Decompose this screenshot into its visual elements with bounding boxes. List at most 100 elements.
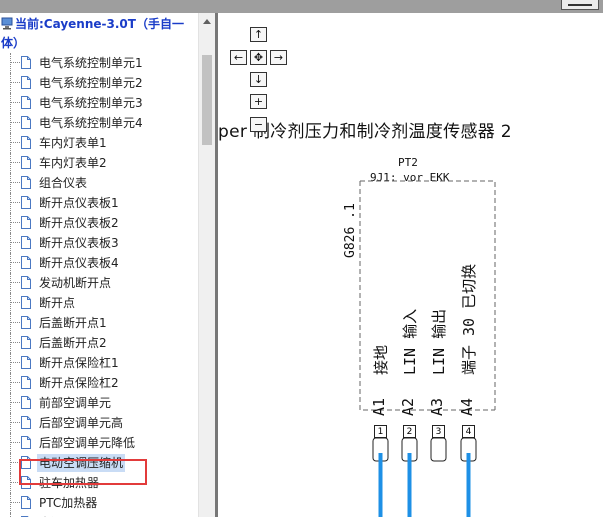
tree-item-label: 电气系统控制单元1 [39, 56, 143, 70]
tree-connector-line [10, 422, 20, 423]
document-icon [21, 136, 31, 149]
tree-item[interactable]: PTC加热器 [0, 493, 198, 513]
tree-item[interactable]: 后盖断开点1 [0, 313, 198, 333]
tree-connector-line [10, 433, 11, 453]
tree-item[interactable]: 断开点仪表板2 [0, 213, 198, 233]
tree-connector-line [10, 342, 20, 343]
tree-connector-line [10, 353, 11, 373]
tree-connector-line [10, 282, 20, 283]
tree-connector-line [10, 493, 11, 513]
tree-connector-line [10, 233, 11, 253]
tree-item-label: 前部空调单元 [39, 396, 112, 410]
document-icon [21, 196, 31, 209]
tree-connector-line [10, 302, 20, 303]
tree-item-label: 后部空调单元降低 [39, 436, 136, 450]
zoom-out-button[interactable]: − [250, 117, 267, 132]
tree-connector-line [10, 262, 20, 263]
tree-connector-line [10, 362, 20, 363]
tree-connector-line [10, 373, 11, 393]
document-icon [21, 416, 31, 429]
tree-item-label: 组合仪表 [39, 176, 88, 190]
tree-item[interactable]: 断开点仪表板3 [0, 233, 198, 253]
document-icon [21, 296, 31, 309]
tree-item-label: 后部空调单元高 [39, 416, 124, 430]
tree-item-label: 断开点仪表板1 [39, 196, 119, 210]
tree-item[interactable]: 断开点保险杠1 [0, 353, 198, 373]
document-icon [21, 276, 31, 289]
tree-item-label: 车内灯表单2 [39, 156, 107, 170]
tree-item[interactable]: 后部空调单元高 [0, 413, 198, 433]
tree-connector-line [10, 102, 20, 103]
document-icon [21, 376, 31, 389]
tree-connector-line [10, 453, 11, 473]
tree-item-label: 断开点 [39, 296, 76, 310]
pin-terminal [430, 437, 447, 462]
tree-item[interactable]: 断开点 [0, 293, 198, 313]
tree-connector-line [10, 133, 11, 153]
document-icon [21, 156, 31, 169]
tree-item-label: 断开点仪表板4 [39, 256, 119, 270]
tree-item[interactable]: 发动机断开点 [0, 273, 198, 293]
tree-connector-line [10, 333, 11, 353]
tree-item[interactable]: 后盖断开点2 [0, 333, 198, 353]
selection-highlight-box [19, 459, 147, 485]
tree-item[interactable]: 车内灯表单1 [0, 133, 198, 153]
tree-item-label: 车内灯表单1 [39, 136, 107, 150]
tree-item-label: 电气系统控制单元4 [39, 116, 143, 130]
tree-item-label: PTC加热器 [39, 496, 98, 510]
tree-connector-line [10, 182, 20, 183]
tree-connector-line [10, 293, 11, 313]
document-icon [21, 356, 31, 369]
tree-connector-line [10, 253, 11, 273]
tree-item[interactable]: 车内灯表单2 [0, 153, 198, 173]
tree-item[interactable]: 后部空调单元降低 [0, 433, 198, 453]
tree-item-label: 断开点仪表板2 [39, 216, 119, 230]
tree-item[interactable]: 电气系统控制单元1 [0, 53, 198, 73]
document-icon [21, 396, 31, 409]
tree-item-label: 断开点保险杠1 [39, 356, 119, 370]
tree-connector-line [10, 273, 11, 293]
tree-item[interactable]: 大涌小... [0, 513, 198, 517]
tree-item-label: 电气系统控制单元3 [39, 96, 143, 110]
document-icon [21, 176, 31, 189]
tree-connector-line [10, 173, 11, 193]
tree-connector-line [10, 382, 20, 383]
scroll-up-arrow-icon[interactable] [203, 19, 211, 24]
tree-item[interactable]: 断开点保险杠2 [0, 373, 198, 393]
document-icon [21, 256, 31, 269]
tree-item[interactable]: 断开点仪表板1 [0, 193, 198, 213]
computer-icon [1, 17, 13, 30]
tree-connector-line [10, 242, 20, 243]
tree-connector-line [10, 502, 20, 503]
tree-root-header[interactable]: 当前:Cayenne-3.0T（手自一体） [1, 15, 197, 53]
tree-connector-line [10, 82, 20, 83]
tree-connector-line [10, 162, 20, 163]
tree-connector-line [10, 322, 20, 323]
tree-scrollbar[interactable] [198, 13, 216, 517]
tree-connector-line [10, 442, 20, 443]
tree-item[interactable]: 组合仪表 [0, 173, 198, 193]
tree-connector-line [10, 153, 11, 173]
tree-item[interactable]: 断开点仪表板4 [0, 253, 198, 273]
document-icon [21, 76, 31, 89]
tree-item[interactable]: 电气系统控制单元4 [0, 113, 198, 133]
tree-item[interactable]: 电气系统控制单元3 [0, 93, 198, 113]
tree-connector-line [10, 393, 11, 413]
tree-connector-line [10, 473, 11, 493]
tree-connector-line [10, 73, 11, 93]
tree-item[interactable]: 前部空调单元 [0, 393, 198, 413]
tree-item-label: 断开点仪表板3 [39, 236, 119, 250]
tree-connector-line [10, 513, 11, 517]
minimize-button[interactable] [561, 0, 599, 10]
diagram-canvas[interactable]: ↑ ← ✥ → ↓ + − per 制冷剂压力和制冷剂温度传感器 2 PT2 9… [218, 13, 603, 517]
minus-icon: − [253, 118, 264, 131]
tree-item-label: 断开点保险杠2 [39, 376, 119, 390]
scroll-thumb[interactable] [202, 55, 212, 145]
document-icon [21, 236, 31, 249]
tree-item[interactable]: 电气系统控制单元2 [0, 73, 198, 93]
tree-connector-line [10, 62, 20, 63]
document-icon [21, 336, 31, 349]
tree-item-label: 后盖断开点2 [39, 336, 107, 350]
tree-connector-line [10, 313, 11, 333]
tree-item-label: 后盖断开点1 [39, 316, 107, 330]
